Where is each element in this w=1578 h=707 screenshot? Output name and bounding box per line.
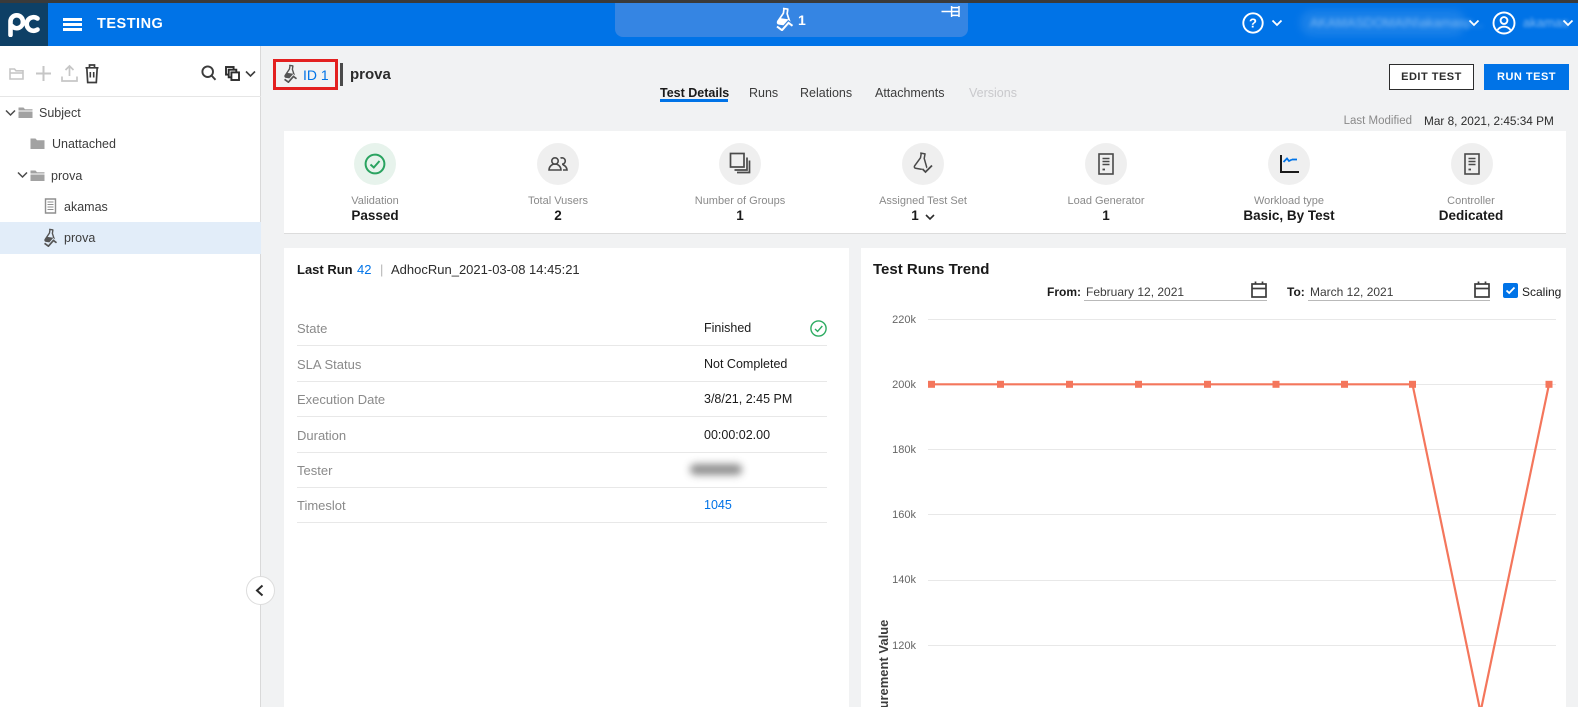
svg-text:?: ? [1249,16,1257,31]
